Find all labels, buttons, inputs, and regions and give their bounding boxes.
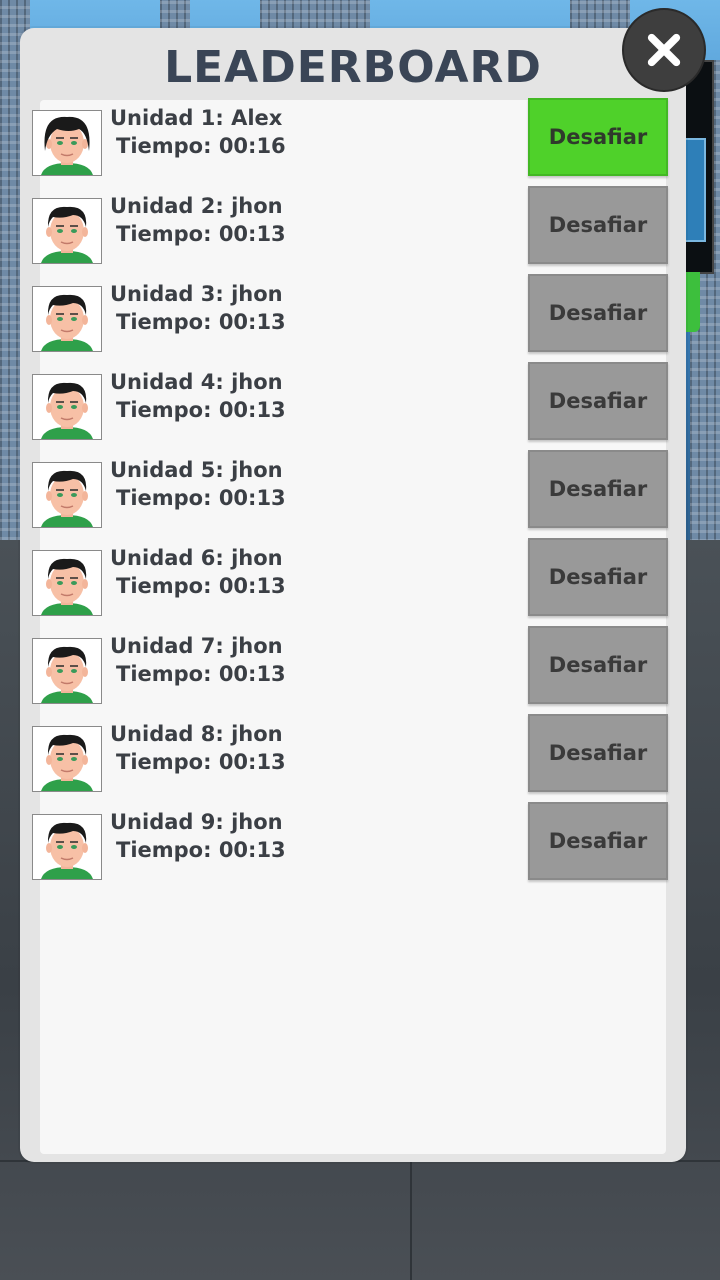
leaderboard-row: Unidad 7: jhon Tiempo: 00:13 Desafiar xyxy=(32,626,672,706)
player-unit-name: Unidad 6: jhon xyxy=(110,546,283,570)
leaderboard-row: Unidad 6: jhon Tiempo: 00:13 Desafiar xyxy=(32,538,672,618)
leaderboard-row: Unidad 5: jhon Tiempo: 00:13 Desafiar xyxy=(32,450,672,530)
player-time: Tiempo: 00:13 xyxy=(116,574,286,598)
close-button[interactable] xyxy=(622,8,706,92)
player-time: Tiempo: 00:13 xyxy=(116,398,286,422)
player-unit-name: Unidad 7: jhon xyxy=(110,634,283,658)
challenge-button[interactable]: Desafiar xyxy=(528,274,668,352)
leaderboard-list: Unidad 1: Alex Tiempo: 00:16 Desafiar Un… xyxy=(32,98,672,890)
leaderboard-title: LEADERBOARD xyxy=(164,42,542,93)
player-time: Tiempo: 00:13 xyxy=(116,486,286,510)
avatar-face-icon xyxy=(33,287,101,351)
avatar-face-icon xyxy=(33,375,101,439)
player-avatar xyxy=(32,726,102,792)
player-time: Tiempo: 00:13 xyxy=(116,222,286,246)
player-time: Tiempo: 00:13 xyxy=(116,310,286,334)
player-avatar xyxy=(32,198,102,264)
ground-seam xyxy=(410,1160,412,1280)
avatar-face-icon xyxy=(33,199,101,263)
player-avatar xyxy=(32,550,102,616)
player-avatar xyxy=(32,814,102,880)
avatar-face-icon xyxy=(33,551,101,615)
challenge-button[interactable]: Desafiar xyxy=(528,714,668,792)
leaderboard-row: Unidad 8: jhon Tiempo: 00:13 Desafiar xyxy=(32,714,672,794)
player-avatar xyxy=(32,374,102,440)
player-time: Tiempo: 00:13 xyxy=(116,838,286,862)
player-unit-name: Unidad 5: jhon xyxy=(110,458,283,482)
challenge-button[interactable]: Desafiar xyxy=(528,802,668,880)
leaderboard-row: Unidad 1: Alex Tiempo: 00:16 Desafiar xyxy=(32,98,672,178)
leaderboard-row: Unidad 2: jhon Tiempo: 00:13 Desafiar xyxy=(32,186,672,266)
challenge-button[interactable]: Desafiar xyxy=(528,450,668,528)
challenge-button[interactable]: Desafiar xyxy=(528,98,668,176)
challenge-button[interactable]: Desafiar xyxy=(528,538,668,616)
close-icon xyxy=(647,33,681,67)
player-avatar xyxy=(32,286,102,352)
avatar-face-icon xyxy=(33,727,101,791)
leaderboard-row: Unidad 4: jhon Tiempo: 00:13 Desafiar xyxy=(32,362,672,442)
player-time: Tiempo: 00:13 xyxy=(116,662,286,686)
leaderboard-row: Unidad 3: jhon Tiempo: 00:13 Desafiar xyxy=(32,274,672,354)
player-unit-name: Unidad 4: jhon xyxy=(110,370,283,394)
player-unit-name: Unidad 8: jhon xyxy=(110,722,283,746)
challenge-button[interactable]: Desafiar xyxy=(528,186,668,264)
player-avatar xyxy=(32,638,102,704)
challenge-button[interactable]: Desafiar xyxy=(528,362,668,440)
player-time: Tiempo: 00:16 xyxy=(116,134,286,158)
challenge-button[interactable]: Desafiar xyxy=(528,626,668,704)
player-time: Tiempo: 00:13 xyxy=(116,750,286,774)
avatar-face-icon xyxy=(33,111,101,175)
player-unit-name: Unidad 1: Alex xyxy=(110,106,283,130)
player-unit-name: Unidad 3: jhon xyxy=(110,282,283,306)
player-avatar xyxy=(32,462,102,528)
avatar-face-icon xyxy=(33,639,101,703)
leaderboard-row: Unidad 9: jhon Tiempo: 00:13 Desafiar xyxy=(32,802,672,882)
avatar-face-icon xyxy=(33,815,101,879)
player-unit-name: Unidad 2: jhon xyxy=(110,194,283,218)
player-unit-name: Unidad 9: jhon xyxy=(110,810,283,834)
player-avatar xyxy=(32,110,102,176)
avatar-face-icon xyxy=(33,463,101,527)
